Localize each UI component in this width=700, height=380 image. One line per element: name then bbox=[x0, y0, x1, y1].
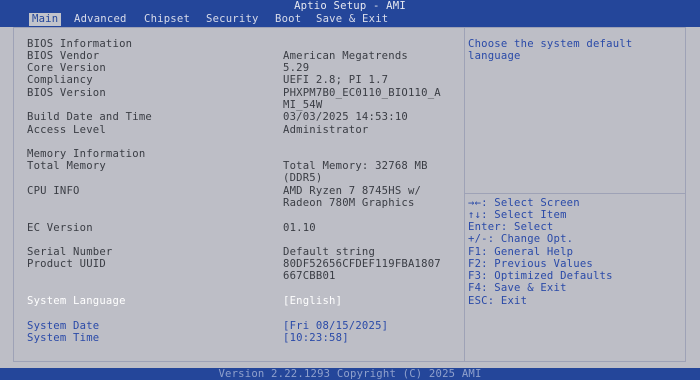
core-version-label: Core Version bbox=[27, 62, 106, 74]
build-date-value: 03/03/2025 14:53:10 bbox=[283, 111, 408, 123]
key-esc-exit: ESC: Exit bbox=[468, 295, 528, 307]
window-title: Aptio Setup - AMI bbox=[0, 0, 700, 13]
product-uuid-value-cont: 667CBB01 bbox=[283, 270, 336, 282]
cpu-info-value: AMD Ryzen 7 8745HS w/ bbox=[283, 185, 422, 197]
system-language-label[interactable]: System Language bbox=[27, 295, 126, 307]
bios-screen: Aptio Setup - AMI Main Advanced Chipset … bbox=[0, 0, 700, 380]
bios-vendor-label: BIOS Vendor bbox=[27, 50, 100, 62]
key-change-opt: +/-: Change Opt. bbox=[468, 233, 574, 245]
key-save-exit: F4: Save & Exit bbox=[468, 282, 567, 294]
key-previous-values: F2: Previous Values bbox=[468, 258, 593, 270]
product-uuid-label: Product UUID bbox=[27, 258, 106, 270]
tab-security[interactable]: Security bbox=[203, 13, 262, 26]
tab-boot[interactable]: Boot bbox=[272, 13, 304, 26]
bios-version-label: BIOS Version bbox=[27, 87, 106, 99]
help-separator bbox=[465, 193, 686, 194]
bios-version-value: PHXPM7B0_EC0110_BIO110_A bbox=[283, 87, 441, 99]
access-level-label: Access Level bbox=[27, 124, 106, 136]
cpu-info-value-cont: Radeon 780M Graphics bbox=[283, 197, 415, 209]
build-date-label: Build Date and Time bbox=[27, 111, 152, 123]
ec-version-label: EC Version bbox=[27, 222, 93, 234]
key-enter-select: Enter: Select bbox=[468, 221, 554, 233]
total-memory-value: Total Memory: 32768 MB bbox=[283, 160, 428, 172]
bios-information-heading: BIOS Information bbox=[27, 38, 133, 50]
bios-version-value-cont: MI_54W bbox=[283, 99, 323, 111]
core-version-value: 5.29 bbox=[283, 62, 310, 74]
product-uuid-value: 80DF52656CFDEF119FBA1807 bbox=[283, 258, 441, 270]
total-memory-type: (DDR5) bbox=[283, 172, 323, 184]
help-text-line2: language bbox=[468, 50, 521, 62]
cpu-info-label: CPU INFO bbox=[27, 185, 80, 197]
access-level-value: Administrator bbox=[283, 124, 369, 136]
compliancy-value: UEFI 2.8; PI 1.7 bbox=[283, 74, 389, 86]
key-general-help: F1: General Help bbox=[468, 246, 574, 258]
total-memory-label: Total Memory bbox=[27, 160, 106, 172]
ec-version-value: 01.10 bbox=[283, 222, 316, 234]
help-text-line1: Choose the system default bbox=[468, 38, 633, 50]
system-time-value[interactable]: [10:23:58] bbox=[283, 332, 349, 344]
system-time-label[interactable]: System Time bbox=[27, 332, 99, 344]
system-date-label[interactable]: System Date bbox=[27, 320, 99, 332]
key-optimized-defaults: F3: Optimized Defaults bbox=[468, 270, 613, 282]
tab-advanced[interactable]: Advanced bbox=[71, 13, 130, 26]
system-date-value[interactable]: [Fri 08/15/2025] bbox=[283, 320, 388, 332]
serial-number-label: Serial Number bbox=[27, 246, 113, 258]
system-language-value[interactable]: [English] bbox=[283, 295, 342, 307]
panel-divider bbox=[464, 27, 465, 362]
compliancy-label: Compliancy bbox=[27, 74, 93, 86]
menu-bar: Main Advanced Chipset Security Boot Save… bbox=[0, 13, 700, 27]
bios-vendor-value: American Megatrends bbox=[283, 50, 408, 62]
serial-number-value: Default string bbox=[283, 246, 376, 258]
version-footer: Version 2.22.1293 Copyright (C) 2025 AMI bbox=[0, 368, 700, 380]
tab-main[interactable]: Main bbox=[29, 13, 62, 26]
tab-save-exit[interactable]: Save & Exit bbox=[313, 13, 391, 26]
memory-information-heading: Memory Information bbox=[27, 148, 146, 160]
tab-chipset[interactable]: Chipset bbox=[141, 13, 193, 26]
key-select-item: ↑↓: Select Item bbox=[468, 209, 567, 221]
key-select-screen: →←: Select Screen bbox=[468, 197, 580, 209]
